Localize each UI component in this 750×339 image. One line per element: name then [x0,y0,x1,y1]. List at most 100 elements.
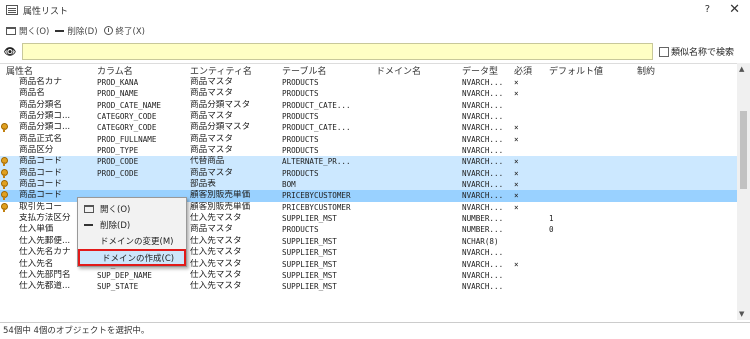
table-row[interactable]: 商品分類名 PROD_CATE_NAME 商品分類マスタ PRODUCT_CATE..… [0,100,750,111]
table-cell: 商品マスタ [190,133,233,144]
table-cell [635,270,735,281]
table-cell [374,179,460,190]
open-button[interactable]: 開く(O) [6,25,49,37]
table-cell [374,213,460,224]
table-row[interactable]: 商品区分 PROD_TYPE 商品マスタ PRODUCTS NVARCH... [0,145,750,156]
scroll-down-icon[interactable]: ▼ [739,310,744,318]
table-cell: 商品分類コ... [19,122,71,133]
table-row[interactable]: 商品分類コ... CATEGORY_CODE 商品マスタ PRODUCTS NVARCH… [0,111,750,122]
table-cell [547,122,635,133]
table-cell [374,156,460,167]
table-cell: 商品コード [19,156,62,167]
menu-item-change-domain[interactable]: ドメインの変更(M) [78,233,186,248]
menu-open-label: 開く(O) [100,204,131,215]
table-cell: 商品マスタ [190,111,233,122]
table-cell: 商品名 [19,88,45,99]
title-bar: 属性リスト ? ✕ [0,0,750,20]
table-cell: 商品分類名 [19,99,62,110]
vertical-scrollbar[interactable]: ▲ ▼ [737,63,750,320]
column-header[interactable]: テーブル名 [280,64,374,77]
table-cell [635,281,735,292]
table-cell: NVARCH... [462,146,504,156]
table-row[interactable]: 商品コード 部品表 BOM NVARCH... × [0,179,750,191]
table-cell [635,88,735,99]
close-button[interactable]: ✕ [729,2,740,17]
table-cell: 仕入先マスタ [190,213,242,224]
checkbox-box[interactable] [659,46,669,57]
key-icon [1,180,8,190]
table-cell: NVARCH... [462,89,504,99]
column-header[interactable]: ドメイン名 [374,64,460,77]
table-cell: × [514,78,519,87]
table-cell: 仕入先マスタ [190,281,242,292]
table-cell [547,202,635,213]
table-cell: 商品マスタ [190,167,233,178]
binoculars-icon: 👁 [3,46,17,58]
delete-button[interactable]: 削除(D) [55,25,98,37]
column-header[interactable]: 制約 [635,64,735,77]
attribute-grid[interactable]: 属性名カラム名エンティティ名テーブル名ドメイン名データ型必須デフォルト値制約^ … [0,63,750,320]
column-header[interactable]: デフォルト値 [547,64,635,77]
table-cell [547,259,635,270]
table-cell [547,88,635,99]
table-row[interactable]: 商品分類コ... CATEGORY_CODE 商品分類マスタ PRODUCT_CATE… [0,122,750,133]
menu-delete-label: 削除(D) [100,220,131,231]
help-button[interactable]: ? [705,4,710,15]
column-header[interactable]: 必須 [512,64,547,77]
table-cell: PROD_KANA [97,78,139,87]
table-cell: 商品分類マスタ [190,99,251,110]
scroll-thumb[interactable] [740,111,747,189]
table-cell: NUMBER... [462,225,504,235]
column-header[interactable]: エンティティ名 [188,64,280,77]
table-row[interactable]: 仕入先都道... SUP_STATE 仕入先マスタ SUPPLIER_MST NVARC… [0,281,750,292]
table-row[interactable]: 商品名 PROD_NAME 商品マスタ PRODUCTS NVARCH... × [0,88,750,99]
table-cell: NVARCH... [462,78,504,87]
table-row[interactable]: 商品正式名 PROD_FULLNAME 商品マスタ PRODUCTS NVARCH...… [0,134,750,145]
menu-item-open[interactable]: 開く(O) [78,201,186,216]
menu-item-delete[interactable]: 削除(D) [78,217,186,232]
table-cell [512,213,547,224]
table-cell: × [514,191,519,201]
search-bar: 👁 類似名称で検索 [0,43,750,61]
table-cell: 商品マスタ [190,77,233,87]
table-cell: SUPPLIER_MST [282,270,337,280]
table-row[interactable]: 商品名カナ PROD_KANA 商品マスタ PRODUCTS NVARCH... × [0,77,750,88]
similar-name-checkbox[interactable]: 類似名称で検索 [659,45,734,58]
window-icon [84,204,94,213]
table-cell: 顧客別販売単価 [190,201,251,212]
table-row[interactable]: 仕入先部門名 SUP_DEP_NAME 仕入先マスタ SUPPLIER_MST NVAR… [0,270,750,281]
table-cell: 商品区分 [19,145,54,156]
column-header[interactable]: 属性名 [0,64,95,77]
search-input[interactable] [22,43,653,60]
table-cell: SUP_STATE [97,282,139,292]
table-cell: CATEGORY_CODE [97,123,157,133]
scroll-up-icon[interactable]: ▲ [739,65,744,73]
table-cell [547,111,635,122]
open-label: 開く(O) [19,26,50,37]
table-cell: 部品表 [190,179,216,190]
table-cell [547,156,635,167]
table-cell: SUPPLIER_MST [282,214,337,224]
table-cell: PROD_TYPE [97,146,139,156]
column-header[interactable]: カラム名 [95,64,188,77]
table-cell [635,202,735,213]
window-icon [6,26,16,35]
table-cell: PRODUCTS [282,112,319,122]
table-cell: PRICEBYCUSTOMER [282,191,351,201]
table-row[interactable]: 商品コード PROD_CODE 代替商品 ALTERNATE_PR... NVARCH.… [0,156,750,168]
table-cell: 仕入先都道... [19,281,71,292]
table-cell: NVARCH... [462,282,504,292]
table-cell [547,134,635,145]
table-cell [547,77,635,88]
table-cell: × [514,134,519,144]
table-cell [374,224,460,235]
menu-item-create-domain[interactable]: ドメインの作成(C) [78,249,186,266]
column-header[interactable]: データ型 [460,64,512,77]
table-cell [547,100,635,111]
table-cell: 商品マスタ [190,88,233,99]
table-cell [374,145,460,156]
table-cell [374,270,460,281]
table-row[interactable]: 商品コード PROD_CODE 商品マスタ PRODUCTS NVARCH... × [0,167,750,180]
exit-button[interactable]: 終了(X) [103,25,145,37]
table-cell: × [514,180,519,190]
